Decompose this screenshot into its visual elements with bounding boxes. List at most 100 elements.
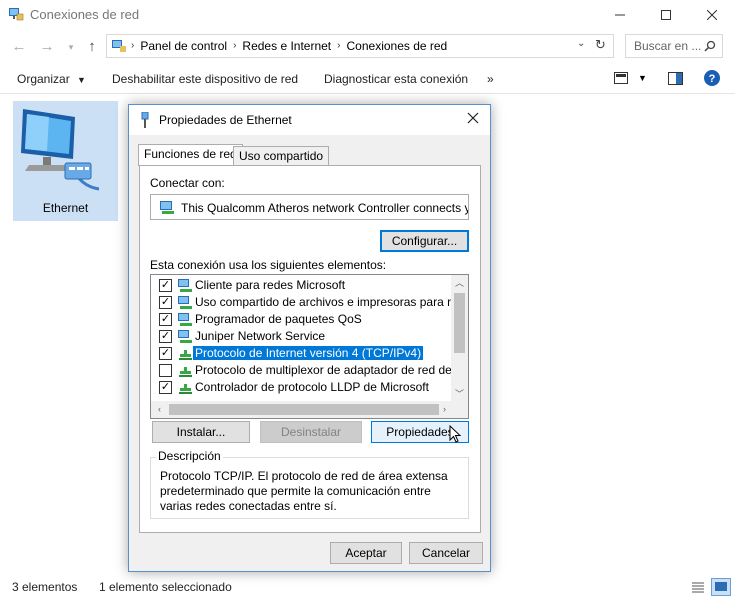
preview-pane-icon[interactable] [668, 72, 683, 85]
protocol-icon [179, 367, 192, 377]
view-dropdown-icon[interactable]: ▼ [638, 73, 647, 83]
component-checkbox[interactable]: ✓ [159, 296, 172, 309]
networking-panel: Conectar con: This Qualcomm Atheros netw… [139, 165, 481, 533]
ethernet-adapter-icon [21, 109, 100, 191]
component-checkbox[interactable] [159, 364, 172, 377]
cancel-button[interactable]: Cancelar [409, 542, 483, 564]
minimize-icon [615, 14, 625, 16]
back-button[interactable]: ← [10, 38, 28, 56]
list-item[interactable]: ✓ Cliente para redes Microsoft [151, 277, 451, 294]
dialog-titlebar: Propiedades de Ethernet [129, 105, 490, 135]
component-checkbox[interactable]: ✓ [159, 313, 172, 326]
search-input[interactable]: Buscar en ... [625, 34, 723, 58]
arrow-left-icon: ← [11, 38, 27, 55]
address-dropdown-icon[interactable]: ⌄ [577, 38, 585, 49]
address-bar[interactable]: › Panel de control › Redes e Internet › … [106, 34, 614, 58]
component-label: Cliente para redes Microsoft [195, 278, 346, 292]
forward-button[interactable]: → [38, 38, 56, 56]
breadcrumb-network-connections[interactable]: Conexiones de red [347, 39, 448, 53]
connect-with-label: Conectar con: [150, 176, 225, 190]
selection-count: 1 elemento seleccionado [99, 580, 232, 594]
item-count: 3 elementos [12, 580, 78, 594]
help-icon[interactable]: ? [704, 70, 720, 86]
network-client-icon [178, 330, 192, 343]
vertical-scroll-thumb[interactable] [454, 293, 465, 353]
component-label: Protocolo de Internet versión 4 (TCP/IPv… [193, 346, 424, 360]
control-panel-icon [112, 40, 126, 52]
description-group: Descripción Protocolo TCP/IP. El protoco… [150, 449, 469, 519]
details-view-icon[interactable] [691, 580, 705, 594]
window-titlebar: Conexiones de red [0, 0, 735, 30]
network-client-icon [178, 313, 192, 326]
list-item[interactable]: ✓ Controlador de protocolo LLDP de Micros… [151, 379, 451, 396]
breadcrumb-network-internet[interactable]: Redes e Internet [242, 39, 331, 53]
horizontal-scroll-thumb[interactable] [169, 404, 439, 415]
diagnose-command[interactable]: Diagnosticar esta conexión [324, 72, 468, 86]
list-item[interactable]: Protocolo de multiplexor de adaptador de… [151, 362, 468, 379]
uninstall-button[interactable]: Desinstalar [260, 421, 362, 443]
scroll-left-icon[interactable]: ‹ [151, 401, 168, 418]
refresh-icon[interactable]: ↻ [595, 37, 606, 53]
search-icon [704, 40, 716, 52]
list-item[interactable]: ✓ Protocolo de Internet versión 4 (TCP/IP… [151, 345, 451, 362]
up-button[interactable]: ↑ [83, 38, 101, 56]
configure-button[interactable]: Configurar... [380, 230, 469, 252]
large-icons-view-icon[interactable] [711, 578, 731, 596]
arrow-up-icon: ↑ [88, 38, 96, 55]
tab-networking[interactable]: Funciones de red [138, 144, 243, 166]
more-commands-button[interactable]: » [487, 72, 494, 86]
view-options-icon[interactable] [614, 72, 628, 84]
install-button[interactable]: Instalar... [152, 421, 250, 443]
adapter-name: This Qualcomm Atheros network Controller… [181, 201, 469, 215]
component-label: Protocolo de multiplexor de adaptador de… [195, 363, 469, 377]
network-client-icon [178, 296, 192, 309]
ethernet-properties-dialog: Propiedades de Ethernet Funciones de red… [128, 104, 491, 572]
breadcrumb-control-panel[interactable]: Panel de control [140, 39, 227, 53]
component-label: Juniper Network Service [195, 329, 326, 343]
list-item[interactable]: ✓ Programador de paquetes QoS [151, 311, 451, 328]
recent-locations-button[interactable]: ▾ [62, 38, 80, 56]
vertical-scrollbar[interactable]: ︿ ﹀ [451, 275, 468, 403]
list-item[interactable]: ✓ Juniper Network Service [151, 328, 451, 345]
scroll-up-icon[interactable]: ︿ [451, 275, 468, 292]
components-list[interactable]: ✓ Cliente para redes Microsoft ✓ Uso compar… [150, 274, 469, 419]
dialog-title: Propiedades de Ethernet [159, 113, 292, 127]
status-bar: 3 elementos 1 elemento seleccionado [0, 576, 735, 598]
disable-device-command[interactable]: Deshabilitar este dispositivo de red [112, 72, 298, 86]
chevron-down-icon: ▾ [68, 42, 74, 52]
minimize-button[interactable] [597, 0, 643, 30]
component-checkbox[interactable]: ✓ [159, 330, 172, 343]
component-checkbox[interactable]: ✓ [159, 347, 172, 360]
close-icon [707, 10, 717, 20]
ethernet-item-label: Ethernet [42, 201, 89, 215]
dialog-close-button[interactable] [462, 109, 484, 131]
network-adapter-icon [160, 201, 174, 214]
maximize-button[interactable] [643, 0, 689, 30]
ethernet-connection-item[interactable]: Ethernet [13, 101, 118, 221]
close-icon [467, 112, 479, 124]
elements-label: Esta conexión usa los siguientes element… [150, 258, 387, 272]
breadcrumb: › Panel de control › Redes e Internet › … [131, 39, 447, 53]
network-connections-icon [9, 8, 24, 21]
close-window-button[interactable] [689, 0, 735, 30]
component-checkbox[interactable]: ✓ [159, 381, 172, 394]
mouse-cursor-icon [449, 425, 462, 443]
arrow-right-icon: → [39, 38, 55, 55]
caret-down-icon: ▼ [77, 75, 86, 85]
chevron-right-icon: › [233, 40, 237, 51]
chevron-right-icon: › [131, 40, 135, 51]
component-label: Controlador de protocolo LLDP de Microso… [195, 380, 429, 394]
ok-button[interactable]: Aceptar [330, 542, 402, 564]
list-item[interactable]: ✓ Uso compartido de archivos e impresoras… [151, 294, 468, 311]
organize-label: Organizar [17, 72, 70, 86]
component-checkbox[interactable]: ✓ [159, 279, 172, 292]
chevron-right-icon: › [337, 40, 341, 51]
tab-sharing[interactable]: Uso compartido [233, 146, 330, 166]
adapter-name-box: This Qualcomm Atheros network Controller… [150, 194, 469, 220]
organize-menu[interactable]: Organizar ▼ [17, 72, 86, 86]
scrollbar-corner [451, 401, 468, 418]
search-placeholder: Buscar en ... [634, 39, 702, 53]
description-text: Protocolo TCP/IP. El protocolo de red de… [160, 469, 448, 513]
svg-text:?: ? [709, 73, 716, 85]
horizontal-scrollbar[interactable]: ‹ › [151, 401, 453, 418]
